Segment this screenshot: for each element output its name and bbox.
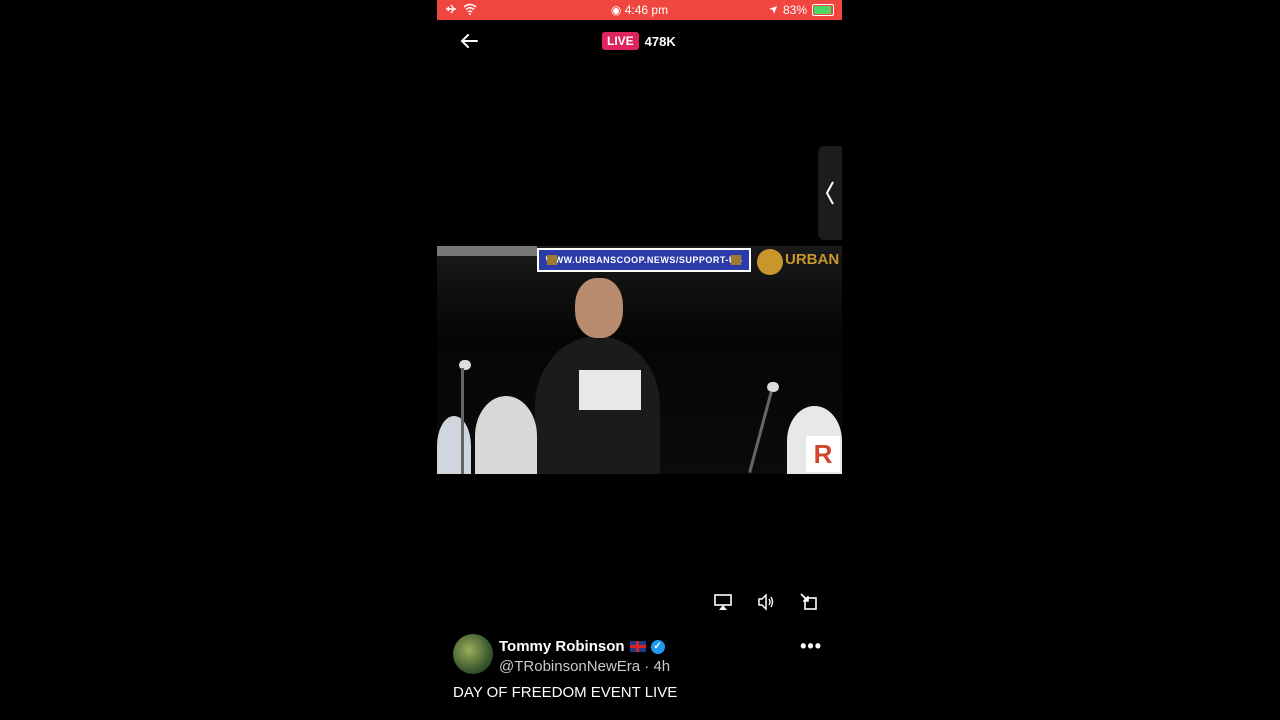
- speaker-head: [575, 278, 623, 338]
- author-handle-row: @TRobinsonNewEra · 4h: [499, 658, 670, 675]
- banner-emblem-right: [731, 255, 741, 265]
- volume-icon[interactable]: [756, 592, 776, 612]
- top-bar: LIVE 478K: [437, 28, 842, 54]
- chevron-left-icon: [825, 181, 834, 205]
- verified-badge-icon: ✓: [650, 639, 665, 654]
- corner-logo: R: [806, 436, 840, 472]
- player-controls: [437, 592, 842, 612]
- banner-text: WWW.URBANSCOOP.NEWS/SUPPORT-US: [545, 255, 743, 265]
- viewer-count: 478K: [644, 33, 676, 49]
- airplay-icon[interactable]: [713, 592, 733, 612]
- arrow-left-icon[interactable]: [457, 29, 481, 53]
- mic-stand-left: [461, 368, 464, 474]
- author-handle[interactable]: @TRobinsonNewEra: [499, 658, 640, 675]
- minimize-icon[interactable]: [799, 592, 819, 612]
- separator: ·: [644, 658, 650, 675]
- uk-flag-icon: [629, 641, 646, 652]
- microphone-right: [767, 382, 779, 392]
- status-right: 83%: [768, 3, 834, 17]
- battery-percent: 83%: [782, 3, 807, 17]
- sponsor-banner: WWW.URBANSCOOP.NEWS/SUPPORT-US: [537, 248, 751, 272]
- screen-record-icon: ◉: [610, 3, 622, 17]
- tweet-text: DAY OF FREEDOM EVENT LIVE: [453, 684, 678, 701]
- side-panel-toggle[interactable]: [818, 146, 842, 240]
- video-player[interactable]: WWW.URBANSCOOP.NEWS/SUPPORT-US URBAN R: [437, 246, 842, 474]
- lion-logo-icon: [757, 249, 783, 275]
- status-bar: ◉ 4:46 pm 83%: [437, 0, 842, 20]
- battery-icon: [812, 4, 834, 16]
- live-indicator: LIVE 478K: [602, 32, 676, 50]
- tweet-time: 4h: [653, 658, 671, 675]
- location-icon: [768, 6, 777, 14]
- app-screen: ◉ 4:46 pm 83% LIVE 478K WWW.URBANSCOOP.N…: [437, 0, 842, 720]
- channel-logo-text: URBAN: [785, 251, 840, 268]
- band-member-left: [475, 396, 537, 474]
- speaker-shirt-print: [579, 370, 641, 410]
- band-member-far-left: [437, 416, 471, 474]
- window-strip: [437, 246, 537, 256]
- more-options-icon[interactable]: •••: [800, 636, 822, 657]
- live-badge: LIVE: [602, 32, 639, 50]
- status-time: 4:46 pm: [624, 3, 669, 17]
- avatar[interactable]: [453, 634, 493, 674]
- author-name[interactable]: Tommy Robinson: [499, 638, 625, 655]
- banner-emblem-left: [547, 255, 557, 265]
- author-name-row[interactable]: Tommy Robinson ✓: [499, 638, 665, 655]
